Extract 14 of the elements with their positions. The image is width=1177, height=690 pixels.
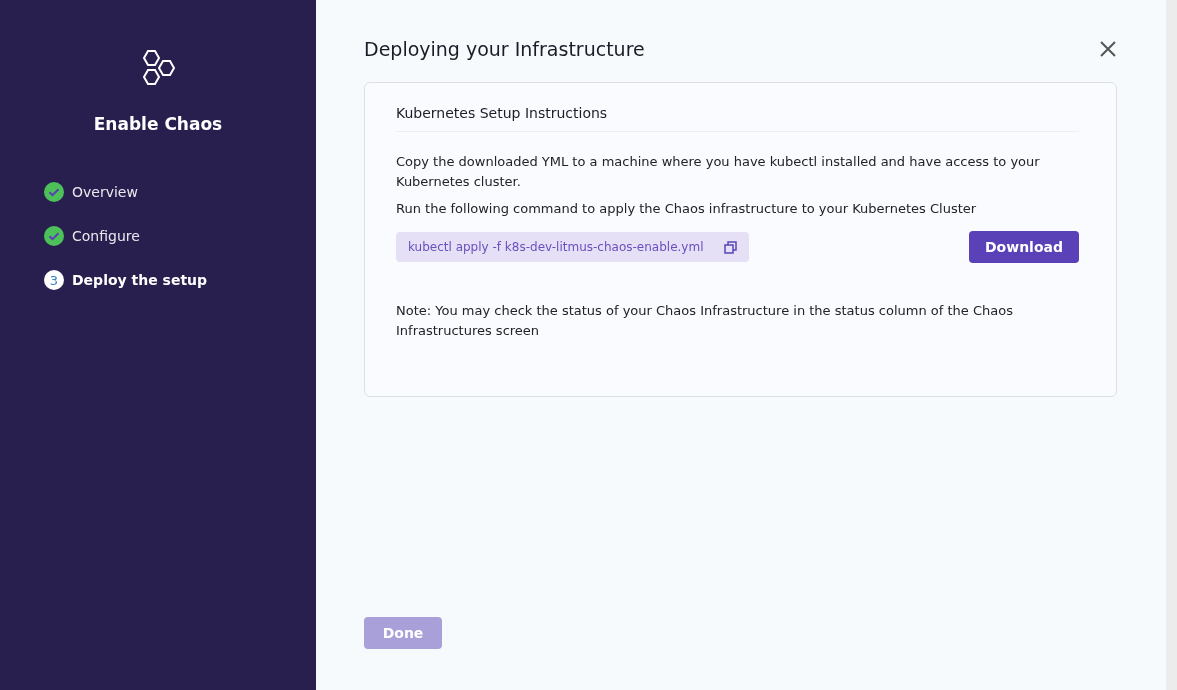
instruction-text: Copy the downloaded YML to a machine where you have kubectl installed and have access to your Kubernetes cluster. xyxy=(396,153,1041,191)
sidebar-title: Enable Chaos xyxy=(93,114,223,134)
download-button[interactable]: Download xyxy=(968,231,1079,263)
copy-icon[interactable] xyxy=(724,240,737,254)
close-button[interactable] xyxy=(1099,40,1117,58)
step-label[interactable]: Deploy the setup xyxy=(72,272,208,288)
instruction-text: Run the following command to apply the Chaos infrastructure to your Kubernetes Cluster xyxy=(396,200,978,218)
note-text: Note: You may check the status of your Chaos Infrastructure in the status column of the Chaos Infrastructures screen xyxy=(396,302,1014,340)
card-heading: Kubernetes Setup Instructions xyxy=(396,105,1079,132)
dialog-title: Deploying your Infrastructure xyxy=(364,38,645,60)
command-field[interactable]: kubectl apply -f k8s-dev-litmus-chaos-enable.yml xyxy=(396,232,749,262)
step-label[interactable]: Configure xyxy=(72,228,140,244)
step-number: 3 xyxy=(44,270,64,290)
step-label[interactable]: Overview xyxy=(72,184,138,200)
